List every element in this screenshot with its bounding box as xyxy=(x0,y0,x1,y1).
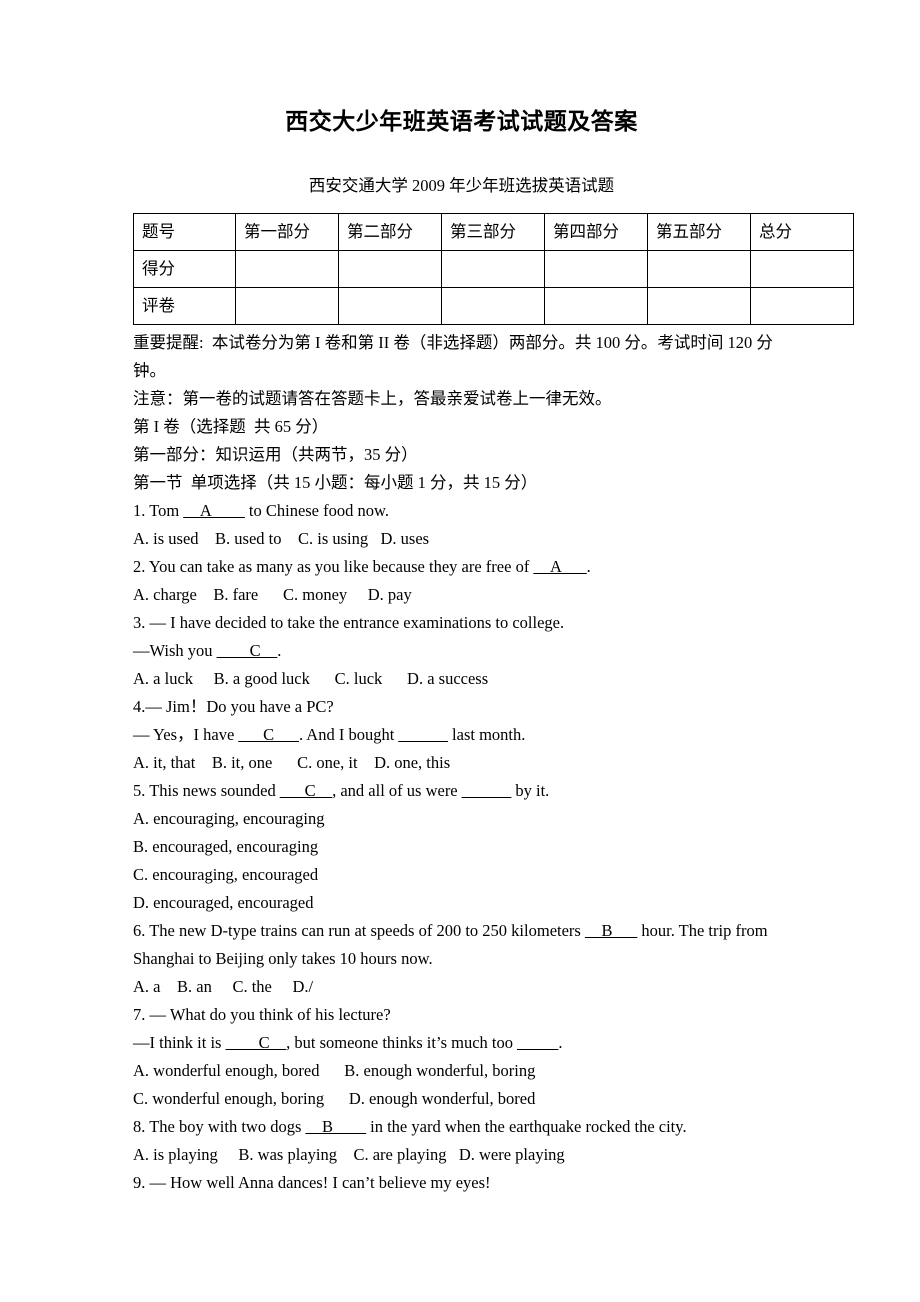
q7-answer-blank-2[interactable]: _____ xyxy=(517,1033,558,1052)
q4-stem-post: last month. xyxy=(447,725,526,745)
question-6-stem: 6. The new D-type trains can run at spee… xyxy=(133,917,790,973)
table-cell-score-1[interactable] xyxy=(235,250,339,289)
q7-stem-pre: —I think it is xyxy=(133,1033,226,1053)
question-3-options[interactable]: A. a luck B. a good luck C. luck D. a su… xyxy=(133,665,790,693)
question-2-options[interactable]: A. charge B. fare C. money D. pay xyxy=(133,581,790,609)
question-3-stem-line-2: —Wish you ____C__. xyxy=(133,637,790,665)
question-4-options[interactable]: A. it, that B. it, one C. one, it D. one… xyxy=(133,749,790,777)
notice-attention: 注意：第一卷的试题请答在答题卡上，答最亲爱试卷上一律无效。 xyxy=(133,389,612,409)
q1-stem-pre: 1. Tom xyxy=(133,501,184,521)
q7-stem-post: . xyxy=(558,1033,563,1053)
table-cell-part-3: 第三部分 xyxy=(441,213,545,252)
table-cell-part-5: 第五部分 xyxy=(647,213,751,252)
document-page: 西交大少年班英语考试试题及答案 西安交通大学 2009 年少年班选拔英语试题 题… xyxy=(0,0,920,1302)
q3-stem-pre: —Wish you xyxy=(133,641,217,661)
heading-part-one: 第一部分：知识运用（共两节，35 分） xyxy=(133,445,418,465)
table-cell-score-total[interactable] xyxy=(750,250,854,289)
table-row: 得分 xyxy=(133,250,854,289)
table-cell-header-label: 题号 xyxy=(133,213,236,252)
q1-stem-post: to Chinese food now. xyxy=(244,501,389,521)
table-row: 题号 第一部分 第二部分 第三部分 第四部分 第五部分 总分 xyxy=(133,213,854,252)
document-subtitle: 西安交通大学 2009 年少年班选拔英语试题 xyxy=(308,175,615,195)
table-cell-part-4: 第四部分 xyxy=(544,213,648,252)
q6-stem-pre: 6. The new D-type trains can run at spee… xyxy=(133,921,585,941)
q1-answer-blank[interactable]: __A____ xyxy=(183,501,244,520)
q5-stem-pre: 5. This news sounded xyxy=(133,781,280,801)
question-8-options[interactable]: A. is playing B. was playing C. are play… xyxy=(133,1141,790,1169)
q5-stem-mid: , and all of us were xyxy=(332,781,462,801)
question-3-stem-line-1: 3. — I have decided to take the entrance… xyxy=(133,613,565,633)
question-5-option-a[interactable]: A. encouraging, encouraging xyxy=(133,805,790,833)
score-table: 题号 第一部分 第二部分 第三部分 第四部分 第五部分 总分 得分 评卷 xyxy=(133,213,854,326)
q7-stem-mid: , but someone thinks it’s much too xyxy=(286,1033,518,1053)
table-cell-grader-total[interactable] xyxy=(750,287,854,326)
table-cell-grader-4[interactable] xyxy=(544,287,648,326)
q3-answer-blank[interactable]: ____C__ xyxy=(217,641,278,660)
q5-stem-post: by it. xyxy=(511,781,550,801)
q8-answer-blank[interactable]: __B____ xyxy=(306,1117,367,1136)
heading-paper-one: 第 I 卷（选择题 共 65 分） xyxy=(133,417,329,437)
q4-answer-blank[interactable]: ___C___ xyxy=(238,725,299,744)
q5-answer-blank[interactable]: ___C__ xyxy=(280,781,332,800)
q2-stem-post: . xyxy=(586,557,591,577)
question-5-stem: 5. This news sounded ___C__, and all of … xyxy=(133,777,790,805)
table-cell-score-label: 得分 xyxy=(133,250,236,289)
table-cell-total: 总分 xyxy=(750,213,854,252)
table-cell-score-4[interactable] xyxy=(544,250,648,289)
q3-stem-post: . xyxy=(277,641,282,661)
q8-stem-post: in the yard when the earthquake rocked t… xyxy=(366,1117,687,1137)
table-cell-score-5[interactable] xyxy=(647,250,751,289)
q4-answer-blank-2[interactable]: ______ xyxy=(398,725,448,744)
table-cell-grader-5[interactable] xyxy=(647,287,751,326)
question-5-option-d[interactable]: D. encouraged, encouraged xyxy=(133,889,790,917)
table-cell-grader-2[interactable] xyxy=(338,287,442,326)
q4-stem-mid: . And I bought xyxy=(298,725,399,745)
question-7-options-line-2[interactable]: C. wonderful enough, boring D. enough wo… xyxy=(133,1085,790,1113)
heading-section-one: 第一节 单项选择（共 15 小题：每小题 1 分，共 15 分） xyxy=(133,473,538,493)
question-7-stem-line-2: —I think it is ____C__, but someone thin… xyxy=(133,1029,790,1057)
table-cell-grader-1[interactable] xyxy=(235,287,339,326)
question-9-stem-line-1: 9. — How well Anna dances! I can’t belie… xyxy=(133,1173,491,1193)
q2-stem-pre: 2. You can take as many as you like beca… xyxy=(133,557,534,577)
question-5-option-c[interactable]: C. encouraging, encouraged xyxy=(133,861,790,889)
q5-answer-blank-2[interactable]: ______ xyxy=(462,781,512,800)
q4-stem-pre: — Yes，I have xyxy=(133,725,239,745)
question-5-option-b[interactable]: B. encouraged, encouraging xyxy=(133,833,790,861)
table-cell-part-1: 第一部分 xyxy=(235,213,339,252)
question-1-options[interactable]: A. is used B. used to C. is using D. use… xyxy=(133,525,790,553)
table-cell-grader-3[interactable] xyxy=(441,287,545,326)
question-7-options-line-1[interactable]: A. wonderful enough, bored B. enough won… xyxy=(133,1057,790,1085)
table-row: 评卷 xyxy=(133,287,854,326)
q7-answer-blank[interactable]: ____C__ xyxy=(226,1033,287,1052)
question-6-options[interactable]: A. a B. an C. the D./ xyxy=(133,973,790,1001)
table-cell-part-2: 第二部分 xyxy=(338,213,442,252)
question-4-stem-line-1: 4.— Jim！Do you have a PC? xyxy=(133,697,334,717)
q8-stem-pre: 8. The boy with two dogs xyxy=(133,1117,306,1137)
q2-answer-blank[interactable]: __A___ xyxy=(533,557,586,576)
question-4-stem-line-2: — Yes，I have ___C___. And I bought _____… xyxy=(133,721,790,749)
table-cell-grader-label: 评卷 xyxy=(133,287,236,326)
table-cell-score-2[interactable] xyxy=(338,250,442,289)
question-1-stem: 1. Tom __A____ to Chinese food now. xyxy=(133,497,790,525)
table-cell-score-3[interactable] xyxy=(441,250,545,289)
page-title: 西交大少年班英语考试试题及答案 xyxy=(285,109,638,134)
q6-answer-blank[interactable]: __B___ xyxy=(585,921,637,940)
question-7-stem-line-1: 7. — What do you think of his lecture? xyxy=(133,1005,391,1025)
question-2-stem: 2. You can take as many as you like beca… xyxy=(133,553,790,581)
notice-important: 重要提醒: 本试卷分为第 I 卷和第 II 卷（非选择题）两部分。共 100 分… xyxy=(133,333,773,381)
question-8-stem: 8. The boy with two dogs __B____ in the … xyxy=(133,1113,790,1141)
